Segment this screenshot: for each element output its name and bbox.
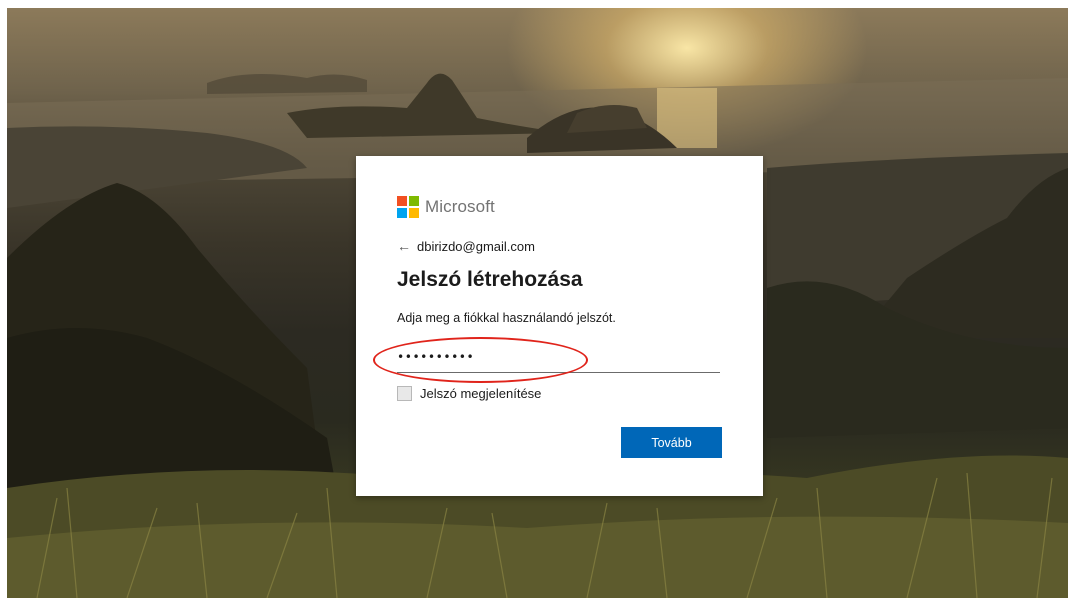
- account-email: dbirizdo@gmail.com: [417, 238, 535, 254]
- next-button[interactable]: Tovább: [621, 427, 722, 458]
- show-password-label: Jelszó megjelenítése: [420, 386, 542, 401]
- microsoft-logo-icon: [397, 196, 419, 218]
- logo-square-blue: [397, 208, 407, 218]
- page-title: Jelszó létrehozása: [397, 268, 583, 291]
- logo-square-green: [409, 196, 419, 206]
- back-arrow-icon: ←: [397, 238, 411, 254]
- identity-back-link[interactable]: ← dbirizdo@gmail.com: [397, 238, 535, 254]
- logo-square-yellow: [409, 208, 419, 218]
- signin-card: Microsoft ← dbirizdo@gmail.com Jelszó lé…: [356, 156, 763, 496]
- password-input[interactable]: [397, 344, 720, 370]
- show-password-checkbox[interactable]: [397, 386, 412, 401]
- password-field-wrapper: [397, 344, 720, 373]
- microsoft-logo: Microsoft: [397, 196, 495, 218]
- logo-square-red: [397, 196, 407, 206]
- brand-name: Microsoft: [425, 197, 495, 216]
- page-description: Adja meg a fiókkal használandó jelszót.: [397, 311, 616, 325]
- show-password-toggle[interactable]: Jelszó megjelenítése: [397, 386, 541, 401]
